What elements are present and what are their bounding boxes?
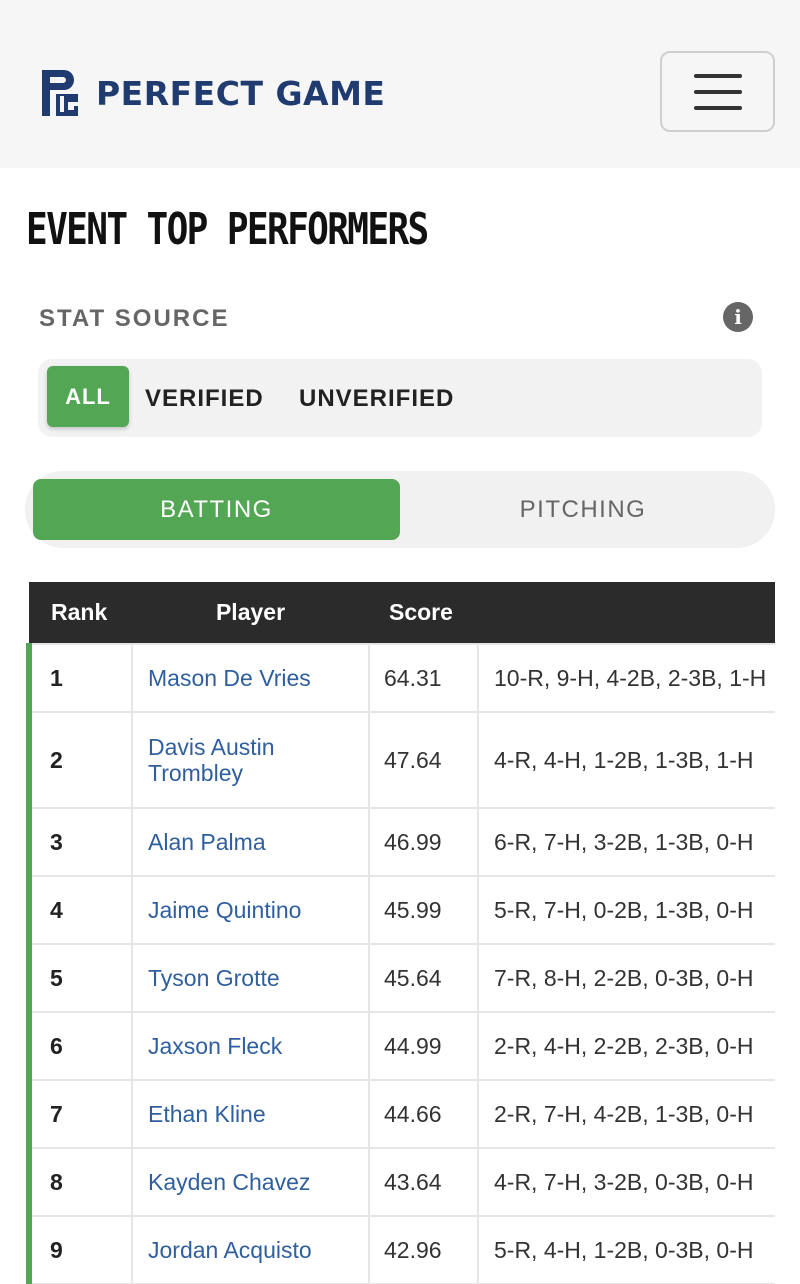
score-cell: 46.99 — [368, 807, 479, 877]
hamburger-menu-button[interactable] — [660, 51, 775, 132]
player-link[interactable]: Jordan Acquisto — [131, 1215, 370, 1284]
player-link[interactable]: Kayden Chavez — [131, 1147, 370, 1217]
rank-cell: 1 — [26, 643, 133, 713]
table-row: 5 Tyson Grotte 45.64 7-R, 8-H, 2-2B, 0-3… — [26, 943, 775, 1013]
table-header-row: Rank Player Score — [29, 582, 775, 644]
player-link[interactable]: Alan Palma — [131, 807, 370, 877]
stats-cell: 5-R, 7-H, 0-2B, 1-3B, 0-H — [477, 875, 775, 945]
rank-cell: 4 — [26, 875, 133, 945]
perfect-game-logo[interactable]: PERFECT GAME — [38, 66, 385, 120]
score-cell: 47.64 — [368, 711, 479, 809]
rank-cell: 9 — [26, 1215, 133, 1284]
rank-cell: 5 — [26, 943, 133, 1013]
stats-cell: 10-R, 9-H, 4-2B, 2-3B, 1-H — [477, 643, 775, 713]
table-row: 3 Alan Palma 46.99 6-R, 7-H, 3-2B, 1-3B,… — [26, 807, 775, 877]
table-row: 4 Jaime Quintino 45.99 5-R, 7-H, 0-2B, 1… — [26, 875, 775, 945]
header-stats — [478, 582, 775, 644]
source-option-all[interactable]: ALL — [47, 366, 129, 427]
rank-cell: 2 — [26, 711, 133, 809]
logo-text: PERFECT GAME — [96, 73, 386, 113]
player-link[interactable]: Jaxson Fleck — [131, 1011, 370, 1081]
score-cell: 64.31 — [368, 643, 479, 713]
player-link[interactable]: Mason De Vries — [131, 643, 370, 713]
stats-cell: 4-R, 7-H, 3-2B, 0-3B, 0-H — [477, 1147, 775, 1217]
table-row: 2 Davis Austin Trombley 47.64 4-R, 4-H, … — [26, 711, 775, 809]
table-row: 1 Mason De Vries 64.31 10-R, 9-H, 4-2B, … — [26, 643, 775, 713]
rank-cell: 3 — [26, 807, 133, 877]
pg-logo-icon — [42, 70, 78, 116]
score-cell: 44.99 — [368, 1011, 479, 1081]
page-title: EVENT TOP PERFORMERS — [26, 204, 429, 255]
stats-cell: 2-R, 7-H, 4-2B, 1-3B, 0-H — [477, 1079, 775, 1149]
score-cell: 45.64 — [368, 943, 479, 1013]
player-link[interactable]: Jaime Quintino — [131, 875, 370, 945]
rank-cell: 7 — [26, 1079, 133, 1149]
player-link[interactable]: Davis Austin Trombley — [131, 711, 370, 809]
stats-cell: 4-R, 4-H, 1-2B, 1-3B, 1-H — [477, 711, 775, 809]
score-cell: 44.66 — [368, 1079, 479, 1149]
source-option-verified[interactable]: VERIFIED — [145, 385, 264, 413]
score-cell: 42.96 — [368, 1215, 479, 1284]
score-cell: 45.99 — [368, 875, 479, 945]
stat-source-label: STAT SOURCE — [39, 305, 230, 332]
top-performers-table: Rank Player Score 1 Mason De Vries 64.31… — [26, 582, 775, 1284]
stats-cell: 5-R, 4-H, 1-2B, 0-3B, 0-H — [477, 1215, 775, 1284]
source-option-unverified[interactable]: UNVERIFIED — [299, 385, 454, 413]
header-score[interactable]: Score — [369, 582, 478, 644]
table-row: 8 Kayden Chavez 43.64 4-R, 7-H, 3-2B, 0-… — [26, 1147, 775, 1217]
tab-pitching[interactable]: PITCHING — [400, 479, 766, 540]
player-link[interactable]: Ethan Kline — [131, 1079, 370, 1149]
header-rank[interactable]: Rank — [29, 582, 132, 644]
rank-cell: 6 — [26, 1011, 133, 1081]
player-link[interactable]: Tyson Grotte — [131, 943, 370, 1013]
table-row: 9 Jordan Acquisto 42.96 5-R, 4-H, 1-2B, … — [26, 1215, 775, 1284]
table-row: 6 Jaxson Fleck 44.99 2-R, 4-H, 2-2B, 2-3… — [26, 1011, 775, 1081]
site-header: PERFECT GAME — [0, 0, 800, 168]
tab-batting[interactable]: BATTING — [33, 479, 400, 540]
hamburger-menu-icon — [693, 73, 742, 78]
stats-cell: 7-R, 8-H, 2-2B, 0-3B, 0-H — [477, 943, 775, 1013]
table-row: 7 Ethan Kline 44.66 2-R, 7-H, 4-2B, 1-3B… — [26, 1079, 775, 1149]
rank-cell: 8 — [26, 1147, 133, 1217]
header-player[interactable]: Player — [132, 582, 369, 644]
stats-cell: 2-R, 4-H, 2-2B, 2-3B, 0-H — [477, 1011, 775, 1081]
score-cell: 43.64 — [368, 1147, 479, 1217]
info-icon[interactable]: i — [723, 302, 753, 332]
stats-cell: 6-R, 7-H, 3-2B, 1-3B, 0-H — [477, 807, 775, 877]
